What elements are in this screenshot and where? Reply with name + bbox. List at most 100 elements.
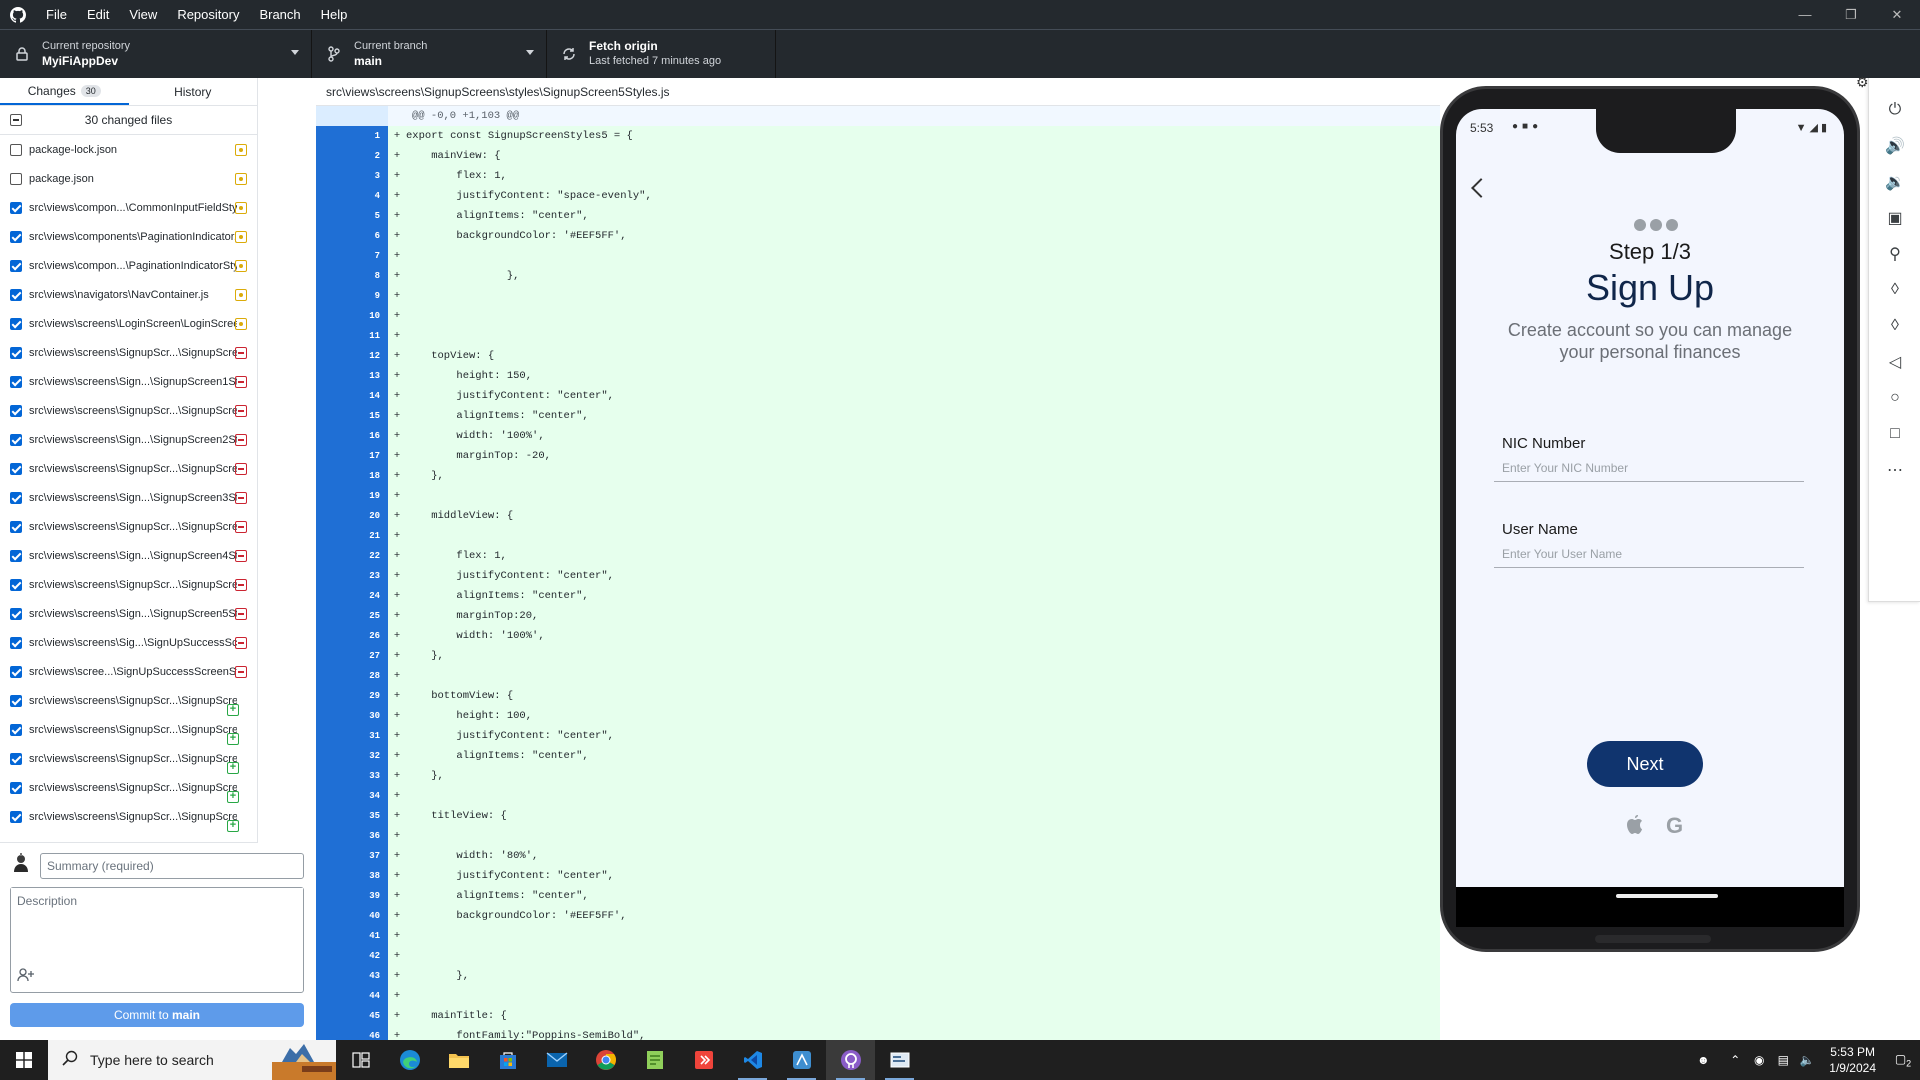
menu-help[interactable]: Help [311, 0, 358, 29]
list-item[interactable]: package-lock.json [0, 135, 257, 164]
menu-branch[interactable]: Branch [249, 0, 310, 29]
current-repository-button[interactable]: Current repository MyiFiAppDev [0, 30, 312, 78]
user-name-input[interactable] [1494, 540, 1804, 568]
list-item[interactable]: src\views\screens\LoginScreen\LoginScree… [0, 309, 257, 338]
notepad-plus-icon[interactable] [630, 1040, 679, 1080]
file-checkbox[interactable] [10, 201, 22, 214]
list-item[interactable]: src\views\screens\Sign...\SignupScreen1S… [0, 367, 257, 396]
list-item[interactable]: package.json [0, 164, 257, 193]
power-icon[interactable]: ⏻ [1883, 98, 1907, 122]
tab-changes[interactable]: Changes 30 [0, 78, 129, 105]
file-checkbox[interactable] [10, 317, 22, 330]
github-desktop-icon[interactable] [826, 1040, 875, 1080]
apple-icon[interactable] [1626, 815, 1644, 835]
list-item[interactable]: src\views\screens\SignupScr...\SignupScr… [0, 802, 257, 832]
overview-icon[interactable]: □ [1883, 422, 1907, 446]
file-checkbox[interactable] [10, 723, 22, 736]
meet-now-icon[interactable]: ◉ [1747, 1053, 1771, 1067]
file-checkbox[interactable] [10, 172, 22, 185]
taskbar-search-input[interactable] [90, 1052, 250, 1068]
home-gesture-pill[interactable] [1616, 894, 1718, 898]
menu-edit[interactable]: Edit [77, 0, 119, 29]
network-icon[interactable]: ▤ [1771, 1053, 1795, 1067]
file-checkbox[interactable] [10, 549, 22, 562]
task-view-icon[interactable] [336, 1040, 385, 1080]
fetch-origin-button[interactable]: Fetch origin Last fetched 7 minutes ago [547, 30, 776, 78]
list-item[interactable]: src\views\screens\SignupScr...\SignupScr… [0, 338, 257, 367]
current-branch-button[interactable]: Current branch main [312, 30, 547, 78]
rotate-right-icon[interactable]: ◊ [1883, 314, 1907, 338]
menu-file[interactable]: File [36, 0, 77, 29]
minimize-icon[interactable]: — [1782, 0, 1828, 29]
file-checkbox[interactable] [10, 143, 22, 156]
emulator-window-icon[interactable] [875, 1040, 924, 1080]
list-item[interactable]: src\views\screens\SignupScr...\SignupScr… [0, 512, 257, 541]
menu-repository[interactable]: Repository [167, 0, 249, 29]
notifications-icon[interactable]: ▢2 [1886, 1052, 1920, 1068]
list-item[interactable]: src\views\navigators\NavContainer.js [0, 280, 257, 309]
select-all-checkbox[interactable] [10, 114, 22, 126]
list-item[interactable]: src\views\screens\Sign...\SignupScreen3S… [0, 483, 257, 512]
file-checkbox[interactable] [10, 636, 22, 649]
list-item[interactable]: src\views\screens\SignupScr...\SignupScr… [0, 570, 257, 599]
file-checkbox[interactable] [10, 491, 22, 504]
list-item[interactable]: src\views\screens\Sig...\SignUpSuccessSc… [0, 628, 257, 657]
taskbar-clock[interactable]: 5:53 PM 1/9/2024 [1829, 1044, 1876, 1076]
add-coauthor-icon[interactable] [17, 968, 39, 986]
volume-down-icon[interactable]: 🔉 [1883, 170, 1907, 194]
list-item[interactable]: src\views\screens\SignupScr...\SignupScr… [0, 454, 257, 483]
list-item[interactable]: src\views\screens\Sign...\SignupScreen4S… [0, 541, 257, 570]
file-checkbox[interactable] [10, 433, 22, 446]
back-icon[interactable]: ◁ [1883, 350, 1907, 374]
list-item[interactable]: src\views\screens\SignupScr...\SignupScr… [0, 396, 257, 425]
file-explorer-icon[interactable] [434, 1040, 483, 1080]
file-checkbox[interactable] [10, 375, 22, 388]
edge-browser-icon[interactable] [385, 1040, 434, 1080]
people-icon[interactable]: ☻ [1691, 1053, 1715, 1067]
mail-icon[interactable] [532, 1040, 581, 1080]
file-checkbox[interactable] [10, 462, 22, 475]
close-icon[interactable]: ✕ [1874, 0, 1920, 29]
list-item[interactable]: src\views\components\PaginationIndicator… [0, 222, 257, 251]
commit-description-input[interactable] [11, 888, 303, 966]
list-item[interactable]: src\views\scree...\SignUpSuccessScreenSt… [0, 657, 257, 686]
vscode-icon[interactable] [728, 1040, 777, 1080]
zoom-icon[interactable]: ⚲ [1883, 242, 1907, 266]
file-checkbox[interactable] [10, 346, 22, 359]
file-checkbox[interactable] [10, 607, 22, 620]
taskbar-search-box[interactable] [48, 1040, 336, 1080]
volume-up-icon[interactable]: 🔊 [1883, 134, 1907, 158]
rotate-left-icon[interactable]: ◊ [1883, 278, 1907, 302]
google-icon[interactable]: G [1666, 813, 1683, 839]
show-hidden-icons-chevron-icon[interactable]: ⌃ [1723, 1053, 1747, 1067]
windows-start-icon[interactable] [0, 1040, 48, 1080]
commit-button[interactable]: Commit to main [10, 1003, 304, 1027]
commit-summary-input[interactable] [40, 853, 304, 879]
android-studio-icon[interactable] [777, 1040, 826, 1080]
file-checkbox[interactable] [10, 810, 22, 823]
file-checkbox[interactable] [10, 665, 22, 678]
list-item[interactable]: src\views\compon...\PaginationIndicatorS… [0, 251, 257, 280]
list-item[interactable]: src\views\screens\SignupScr...\SignupScr… [0, 773, 257, 803]
tab-history[interactable]: History [129, 78, 258, 105]
back-arrow-icon[interactable] [1471, 178, 1491, 198]
list-item[interactable]: src\views\screens\SignupScr...\SignupScr… [0, 715, 257, 745]
list-item[interactable]: src\views\compon...\CommonInputFieldStyl… [0, 193, 257, 222]
home-icon[interactable]: ○ [1883, 386, 1907, 410]
file-checkbox[interactable] [10, 781, 22, 794]
file-checkbox[interactable] [10, 694, 22, 707]
file-checkbox[interactable] [10, 404, 22, 417]
file-checkbox[interactable] [10, 288, 22, 301]
next-button[interactable]: Next [1587, 741, 1703, 787]
file-checkbox[interactable] [10, 752, 22, 765]
menu-view[interactable]: View [119, 0, 167, 29]
list-item[interactable]: src\views\screens\SignupScr...\SignupScr… [0, 744, 257, 774]
file-checkbox[interactable] [10, 578, 22, 591]
file-checkbox[interactable] [10, 259, 22, 272]
more-icon[interactable]: ⋯ [1883, 458, 1907, 482]
camera-icon[interactable]: ▣ [1883, 206, 1907, 230]
list-item[interactable]: src\views\screens\Sign...\SignupScreen2S… [0, 425, 257, 454]
restore-icon[interactable]: ❐ [1828, 0, 1874, 29]
list-item[interactable]: src\views\screens\Sign...\SignupScreen5S… [0, 599, 257, 628]
microsoft-store-icon[interactable] [483, 1040, 532, 1080]
